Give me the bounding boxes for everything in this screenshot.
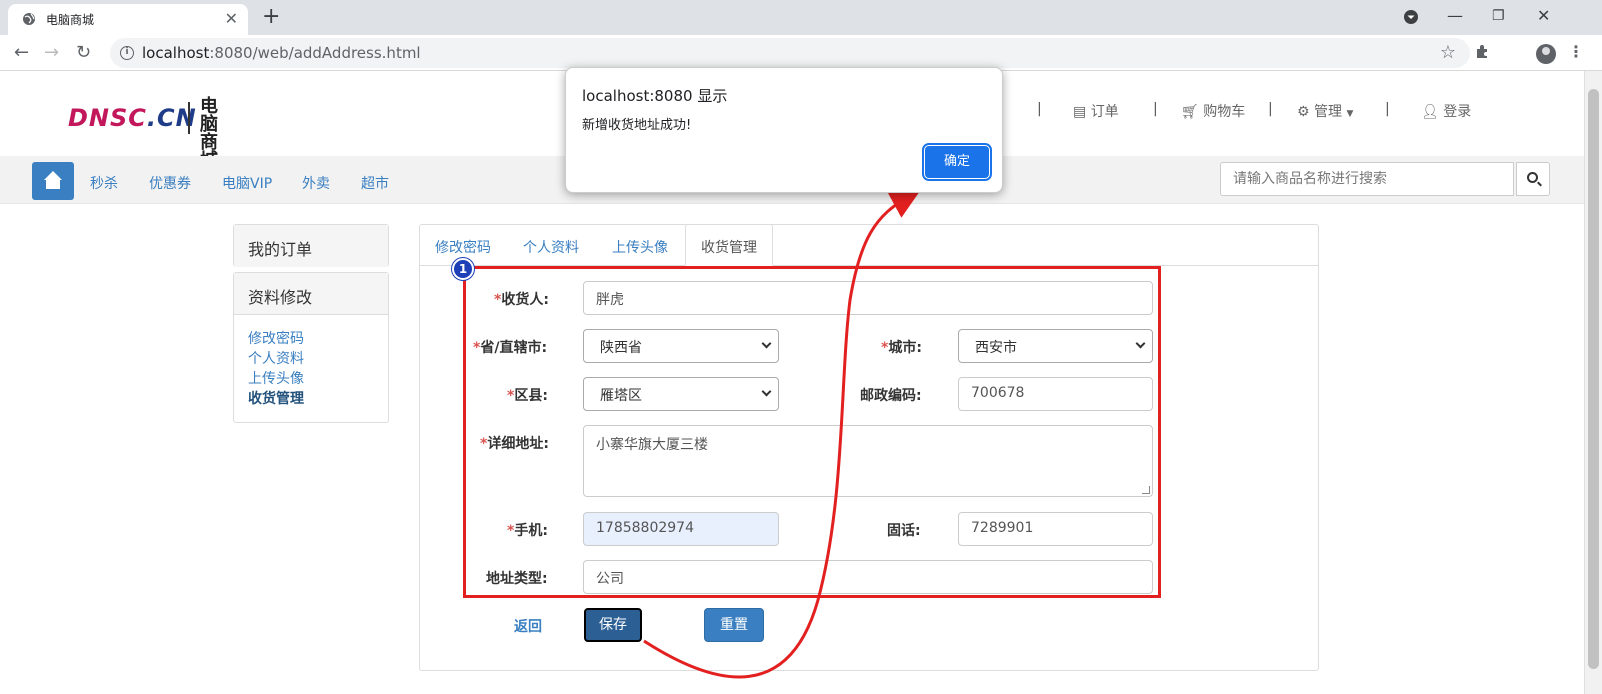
category-seckill[interactable]: 秒杀 (90, 173, 118, 193)
tab-profile[interactable]: 个人资料 (523, 237, 579, 257)
chevron-down-icon (761, 338, 772, 349)
address-label: *详细地址: (480, 436, 549, 452)
sidebar-my-orders[interactable]: 我的订单 (233, 224, 389, 267)
zip-label: 邮政编码: (860, 388, 922, 404)
browser-tab[interactable]: 电脑商城 ✕ (8, 4, 248, 35)
nav-separator: | (1268, 101, 1273, 117)
city-label: *城市: (881, 340, 922, 356)
address-type-label: 地址类型: (486, 571, 548, 587)
sidebar-profile-heading: 资料修改 (234, 273, 388, 315)
globe-icon (23, 13, 35, 25)
sidebar-profile-panel: 资料修改 修改密码 个人资料 上传头像 收货管理 (233, 272, 389, 423)
menu-kebab-icon[interactable]: ⋮ (1568, 42, 1584, 61)
nav-cart[interactable]: 🛒︎ 购物车 (1181, 101, 1245, 121)
close-tab-icon[interactable]: ✕ (225, 9, 238, 28)
search-icon (1527, 172, 1538, 183)
receiver-field[interactable]: 胖虎 (583, 281, 1153, 315)
url-text: localhost:8080/web/addAddress.html (142, 44, 421, 62)
province-select[interactable]: 陕西省 (583, 329, 779, 363)
nav-separator: | (1037, 101, 1042, 117)
tab-title: 电脑商城 (46, 13, 95, 27)
zip-field[interactable]: 700678 (958, 377, 1153, 411)
tab-change-password[interactable]: 修改密码 (435, 237, 491, 257)
browser-tabstrip: 电脑商城 ✕ + — ❐ ✕ (0, 0, 1602, 35)
browser-toolbar: ← → ↻ i localhost:8080/web/addAddress.ht… (0, 35, 1602, 71)
nav-orders[interactable]: ▤ 订单 (1073, 101, 1119, 121)
nav-login[interactable]: 👤︎ 登录 (1421, 101, 1471, 121)
province-label: *省/直辖市: (473, 340, 548, 356)
district-select[interactable]: 雁塔区 (583, 377, 779, 411)
bookmark-star-icon[interactable]: ☆ (1440, 42, 1456, 63)
back-link[interactable]: 返回 (514, 616, 542, 636)
category-vip[interactable]: 电脑VIP (222, 173, 272, 193)
search-input[interactable] (1220, 162, 1514, 196)
home-icon[interactable] (32, 162, 74, 200)
sidebar-item-avatar[interactable]: 上传头像 (248, 369, 374, 389)
panel-tabs: 修改密码 个人资料 上传头像 收货管理 (420, 224, 1318, 266)
chevron-down-icon (1135, 338, 1146, 349)
save-button[interactable]: 保存 (584, 608, 642, 642)
extensions-icon[interactable] (1475, 43, 1491, 59)
reset-button[interactable]: 重置 (704, 608, 764, 642)
phone-label: *手机: (507, 523, 548, 539)
tel-field[interactable]: 7289901 (958, 512, 1153, 546)
dialog-title: localhost:8080 显示 (582, 87, 728, 105)
district-label: *区县: (507, 388, 548, 404)
alert-dialog: localhost:8080 显示 新增收货地址成功! 确定 (565, 67, 1003, 193)
nav-separator: | (1153, 101, 1158, 117)
resize-grip-icon[interactable] (1142, 486, 1150, 494)
dialog-ok-button[interactable]: 确定 (922, 143, 992, 181)
scrollbar-thumb[interactable] (1588, 89, 1599, 669)
close-window-icon[interactable]: ✕ (1537, 6, 1550, 25)
gears-icon: ⚙ (1297, 104, 1310, 120)
nav-manage[interactable]: ⚙ 管理 ▼ (1297, 101, 1353, 121)
document-icon: ▤ (1073, 104, 1087, 120)
back-arrow-icon[interactable]: ← (14, 42, 29, 63)
category-takeout[interactable]: 外卖 (302, 173, 330, 193)
sidebar-item-address[interactable]: 收货管理 (248, 389, 374, 409)
tel-label: 固话: (887, 523, 921, 539)
category-supermarket[interactable]: 超市 (361, 173, 389, 193)
profile-avatar-icon[interactable] (1536, 44, 1556, 64)
page-scrollbar[interactable] (1584, 71, 1602, 694)
sidebar-item-change-password[interactable]: 修改密码 (248, 329, 374, 349)
city-select[interactable]: 西安市 (958, 329, 1153, 363)
address-bar[interactable]: i localhost:8080/web/addAddress.html ☆ (110, 38, 1470, 68)
reload-icon[interactable]: ↻ (76, 42, 91, 63)
caret-down-icon: ▼ (1346, 109, 1354, 119)
user-icon: 👤︎ (1421, 104, 1439, 120)
cart-icon: 🛒︎ (1181, 104, 1199, 120)
tab-address[interactable]: 收货管理 (685, 224, 773, 266)
category-coupon[interactable]: 优惠券 (149, 173, 191, 193)
info-icon[interactable]: i (120, 46, 134, 60)
dialog-message: 新增收货地址成功! (582, 118, 692, 133)
new-tab-icon[interactable]: + (262, 4, 280, 29)
phone-field[interactable]: 17858802974 (583, 512, 779, 546)
restore-icon[interactable]: ❐ (1492, 8, 1505, 24)
search-button[interactable] (1516, 162, 1550, 196)
profile-dropdown-icon[interactable] (1403, 9, 1419, 25)
receiver-label: *收货人: (494, 292, 549, 308)
address-type-field[interactable]: 公司 (583, 560, 1153, 594)
tab-avatar[interactable]: 上传头像 (612, 237, 668, 257)
step-badge: 1 (452, 258, 474, 280)
minimize-icon[interactable]: — (1447, 6, 1463, 25)
nav-separator: | (1385, 101, 1390, 117)
sidebar-item-profile[interactable]: 个人资料 (248, 349, 374, 369)
forward-arrow-icon[interactable]: → (44, 42, 59, 63)
chevron-down-icon (761, 386, 772, 397)
address-textarea[interactable]: 小寨华旗大厦三楼 (583, 425, 1153, 497)
